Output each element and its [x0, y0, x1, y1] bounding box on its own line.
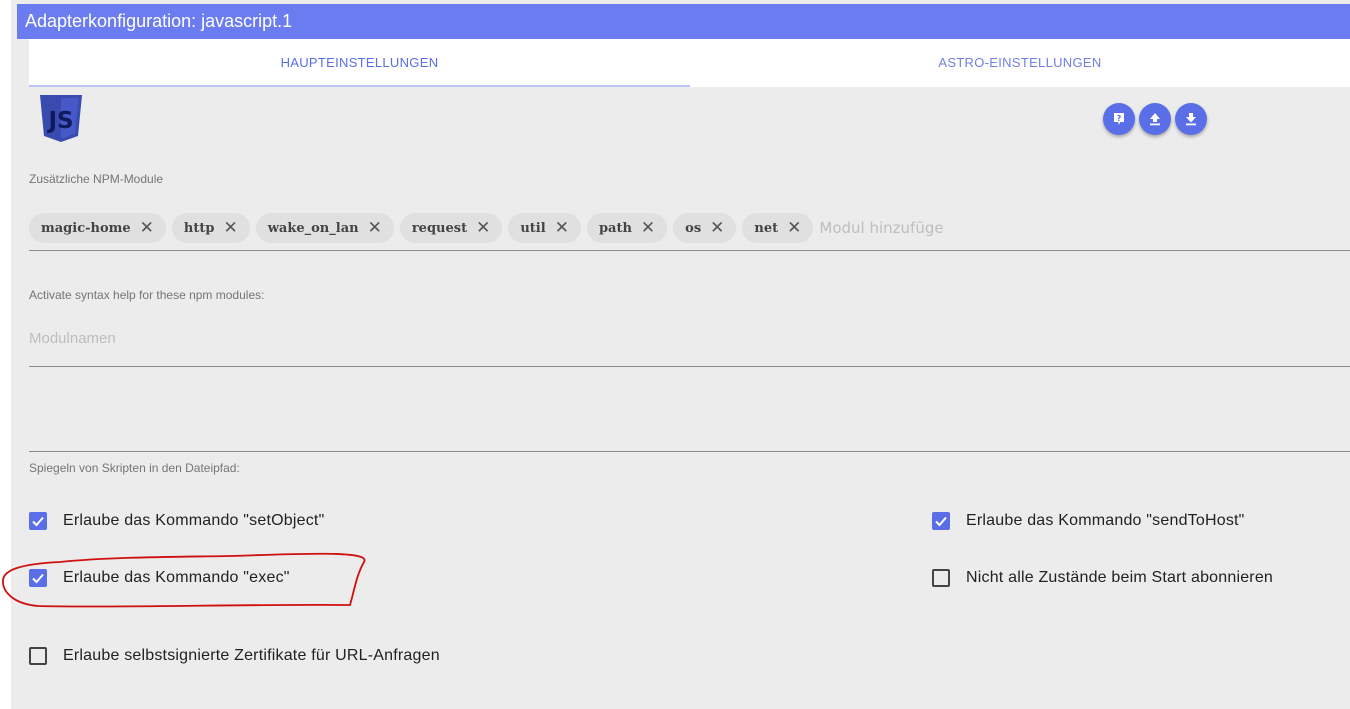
self-signed-label: Erlaube selbstsignierte Zertifikate für … — [63, 647, 440, 664]
chip-remove-icon[interactable]: ✕ — [140, 218, 154, 238]
chip-label: request — [411, 220, 468, 236]
chip-http: http ✕ — [171, 213, 250, 243]
chip-label: util — [520, 220, 546, 236]
npm-modules-underline — [29, 250, 1350, 251]
chip-label: http — [183, 220, 215, 236]
upload-button[interactable] — [1139, 103, 1171, 135]
sendtohost-checkbox[interactable] — [932, 512, 950, 530]
module-names-underline — [29, 366, 1350, 367]
check-icon — [935, 516, 947, 527]
chip-remove-icon[interactable]: ✕ — [223, 218, 237, 238]
no-subscribe-checkbox[interactable] — [932, 569, 950, 587]
option-no-subscribe[interactable]: Nicht alle Zustände beim Start abonniere… — [932, 569, 1273, 587]
chip-label: path — [598, 220, 632, 236]
chip-label: magic-home — [41, 220, 131, 236]
add-module-input[interactable] — [819, 219, 1020, 237]
check-icon — [32, 516, 44, 527]
setobject-checkbox[interactable] — [29, 512, 47, 530]
window-title: Adapterkonfiguration: javascript.1 — [17, 4, 1350, 39]
chip-remove-icon[interactable]: ✕ — [641, 218, 655, 238]
chip-label: os — [685, 220, 702, 236]
npm-modules-chips: magic-home ✕ http ✕ wake_on_lan ✕ request ✕ … — [29, 213, 1020, 243]
chip-remove-icon[interactable]: ✕ — [787, 218, 801, 238]
no-subscribe-label: Nicht alle Zustände beim Start abonniere… — [966, 569, 1274, 586]
chip-remove-icon[interactable]: ✕ — [368, 218, 382, 238]
help-icon: ? — [1114, 113, 1124, 125]
chip-wake-on-lan: wake_on_lan ✕ — [255, 213, 394, 243]
tab-bar: HAUPTEINSTELLUNGEN ASTRO-EINSTELLUNGEN — [29, 39, 1350, 87]
tab-astro-einstellungen[interactable]: ASTRO-EINSTELLUNGEN — [690, 39, 1350, 87]
upload-icon — [1150, 113, 1160, 126]
download-button[interactable] — [1175, 103, 1207, 135]
javascript-logo: JS — [40, 95, 82, 142]
chip-request: request ✕ — [399, 213, 503, 243]
download-icon — [1186, 113, 1196, 126]
check-icon — [32, 573, 44, 584]
mirror-path-underline[interactable] — [29, 451, 1350, 452]
logo-text: JS — [46, 108, 73, 134]
exec-checkbox[interactable] — [29, 569, 47, 587]
option-setobject[interactable]: Erlaube das Kommando "setObject" — [29, 512, 324, 530]
option-sendtohost[interactable]: Erlaube das Kommando "sendToHost" — [932, 512, 1245, 530]
syntax-help-label: Activate syntax help for these npm modul… — [29, 288, 265, 302]
chip-magic-home: magic-home ✕ — [29, 213, 166, 243]
chip-remove-icon[interactable]: ✕ — [555, 218, 569, 238]
option-self-signed[interactable]: Erlaube selbstsignierte Zertifikate für … — [29, 647, 440, 665]
mirror-path-label: Spiegeln von Skripten in den Dateipfad: — [29, 461, 240, 475]
svg-text:?: ? — [1117, 114, 1122, 123]
npm-modules-label: Zusätzliche NPM-Module — [29, 172, 164, 186]
setobject-label: Erlaube das Kommando "setObject" — [63, 512, 325, 529]
chip-remove-icon[interactable]: ✕ — [710, 218, 724, 238]
chip-os: os ✕ — [673, 213, 737, 243]
chip-util: util ✕ — [508, 213, 581, 243]
chip-path: path ✕ — [586, 213, 668, 243]
chip-label: wake_on_lan — [267, 220, 359, 236]
tab-haupteinstellungen[interactable]: HAUPTEINSTELLUNGEN — [29, 39, 690, 87]
self-signed-checkbox[interactable] — [29, 647, 47, 665]
chip-label: net — [754, 220, 779, 236]
module-names-input[interactable] — [29, 330, 629, 347]
chip-net: net ✕ — [742, 213, 814, 243]
sendtohost-label: Erlaube das Kommando "sendToHost" — [966, 512, 1245, 529]
option-exec[interactable]: Erlaube das Kommando "exec" — [29, 569, 290, 587]
exec-label: Erlaube das Kommando "exec" — [63, 569, 290, 586]
chip-remove-icon[interactable]: ✕ — [476, 218, 490, 238]
help-button[interactable]: ? — [1103, 103, 1135, 135]
